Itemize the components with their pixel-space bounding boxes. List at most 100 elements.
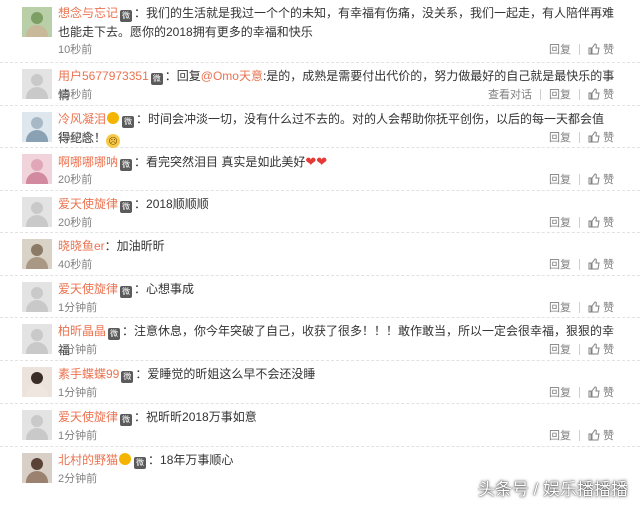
username[interactable]: 北村的野猫 (58, 453, 118, 467)
username[interactable]: 素手蝶蝶99 (58, 367, 119, 381)
comment-time: 2分钟前 (58, 473, 98, 485)
vip-badge-icon: 微 (120, 286, 133, 298)
comment-text: ：加油昕昕 (104, 239, 165, 253)
comment-item: 冷风凝泪 微：时间会冲淡一切，没有什么过不去的。对的人会帮助你抚平创伤，以后的每一… (0, 106, 640, 148)
avatar[interactable] (22, 7, 52, 37)
avatar[interactable] (22, 112, 52, 142)
comment-text: ：时间会冲淡一切，没有什么过不去的。对的人会帮助你抚平创伤，以后的每一天都会值得… (58, 112, 605, 145)
comment-time: 40秒前 (58, 259, 93, 271)
thumb-up-icon (588, 216, 600, 228)
username[interactable]: 柏昕晶晶 (58, 324, 106, 338)
username[interactable]: 爱天使旋律 (58, 197, 118, 211)
comment-text: ：我们的生活就是我过一个个的未知，有幸福有伤痛，没关系，我们一起走，有人陪伴再难… (58, 6, 615, 39)
comment-list: 想念与忘记微：我们的生活就是我过一个个的未知，有幸福有伤痛，没关系，我们一起走，… (0, 0, 640, 492)
comment-actions: 回复 赞 (549, 256, 614, 272)
avatar[interactable] (22, 197, 52, 227)
thumb-up-icon (588, 386, 600, 398)
reply-button[interactable]: 回复 (549, 214, 571, 230)
thumb-up-icon (588, 131, 600, 143)
sad-face-emoji-icon: ☹ (106, 134, 121, 148)
like-button[interactable]: 赞 (588, 86, 614, 102)
like-button[interactable]: 赞 (588, 41, 614, 57)
comment-time: 10秒前 (58, 132, 93, 144)
reply-button[interactable]: 回复 (549, 341, 571, 357)
vip-badge-icon: 微 (120, 201, 133, 213)
comment-text: ：2018顺顺顺 (134, 197, 209, 211)
reply-button[interactable]: 回复 (549, 256, 571, 272)
comment-actions: 回复 赞 (549, 384, 614, 400)
like-button[interactable]: 赞 (588, 129, 614, 145)
comment-actions: 回复 赞 (549, 171, 614, 187)
comment-actions: 查看对话 回复 赞 (488, 86, 614, 102)
reply-button[interactable]: 回复 (549, 86, 571, 102)
thumb-up-icon (588, 429, 600, 441)
watermark: 头条号 / 娱乐播播播 (477, 480, 628, 499)
reply-button[interactable]: 回复 (549, 171, 571, 187)
username[interactable]: 想念与忘记 (58, 6, 118, 20)
comment-actions: 回复 赞 (549, 129, 614, 145)
vip-badge-icon: 微 (120, 414, 133, 426)
avatar[interactable] (22, 282, 52, 312)
comment-actions: 回复 赞 (549, 427, 614, 443)
username[interactable]: 爱天使旋律 (58, 282, 118, 296)
comment-actions: 回复 赞 (549, 214, 614, 230)
comment-time: 1分钟前 (58, 302, 98, 314)
crown-icon (107, 112, 120, 124)
comment-item: 素手蝶蝶99 微：爱睡觉的昕姐这么早不会还没睡 1分钟前 回复 赞 (0, 361, 640, 404)
reply-button[interactable]: 回复 (549, 41, 571, 57)
comment-item: 爱天使旋律微：心想事成 1分钟前 回复 赞 (0, 276, 640, 318)
thumb-up-icon (588, 301, 600, 313)
avatar[interactable] (22, 453, 52, 483)
vip-badge-icon: 微 (120, 10, 133, 22)
avatar[interactable] (22, 154, 52, 184)
comment-item: 爱天使旋律微：祝昕昕2018万事如意 1分钟前 回复 赞 (0, 404, 640, 447)
vip-badge-icon: 微 (134, 457, 147, 469)
avatar[interactable] (22, 324, 52, 354)
vip-badge-icon: 微 (120, 159, 133, 171)
comment-text: ：爱睡觉的昕姐这么早不会还没睡 (135, 367, 316, 381)
username[interactable]: 晓晓鱼er (58, 239, 105, 253)
thumb-up-icon (588, 88, 600, 100)
heart-emoji-icon: ❤❤ (305, 154, 328, 169)
view-thread-button[interactable]: 查看对话 (488, 86, 532, 102)
username[interactable]: 啊哪哪哪呐 (58, 155, 118, 169)
username[interactable]: 爱天使旋律 (58, 410, 118, 424)
reply-button[interactable]: 回复 (549, 384, 571, 400)
like-button[interactable]: 赞 (588, 341, 614, 357)
like-button[interactable]: 赞 (588, 214, 614, 230)
comment-time: 10秒前 (58, 44, 93, 56)
vip-badge-icon: 微 (122, 116, 135, 128)
reply-button[interactable]: 回复 (549, 427, 571, 443)
like-button[interactable]: 赞 (588, 384, 614, 400)
vip-badge-icon: 微 (108, 328, 121, 340)
like-button[interactable]: 赞 (588, 256, 614, 272)
comment-item: 爱天使旋律微：2018顺顺顺 20秒前 回复 赞 (0, 191, 640, 233)
comment-time: 10秒前 (58, 89, 93, 101)
comment-text: ：18年万事顺心 (148, 453, 234, 467)
comment-actions: 回复 赞 (549, 341, 614, 357)
username[interactable]: 冷风凝泪 (58, 112, 106, 126)
comment-item: 啊哪哪哪呐微：看完突然泪目 真实是如此美好❤❤ 20秒前 回复 赞 (0, 148, 640, 191)
thumb-up-icon (588, 173, 600, 185)
reply-button[interactable]: 回复 (549, 299, 571, 315)
comment-item: 用户5677973351 微：回复@Omo天意:是的，成熟是需要付出代价的，努力做… (0, 63, 640, 106)
comment-time: 1分钟前 (58, 344, 98, 356)
mention-link[interactable]: @Omo天意 (201, 69, 263, 83)
like-button[interactable]: 赞 (588, 427, 614, 443)
comment-time: 20秒前 (58, 174, 93, 186)
avatar[interactable] (22, 367, 52, 397)
avatar[interactable] (22, 410, 52, 440)
username[interactable]: 用户5677973351 (58, 69, 149, 83)
thumb-up-icon (588, 43, 600, 55)
comment-actions: 回复 赞 (549, 299, 614, 315)
thumb-up-icon (588, 343, 600, 355)
avatar[interactable] (22, 69, 52, 99)
like-button[interactable]: 赞 (588, 171, 614, 187)
comment-time: 1分钟前 (58, 430, 98, 442)
vip-badge-icon: 微 (121, 371, 134, 383)
avatar[interactable] (22, 239, 52, 269)
comment-text: ：祝昕昕2018万事如意 (134, 410, 257, 424)
comment-actions: 回复 赞 (549, 41, 614, 57)
like-button[interactable]: 赞 (588, 299, 614, 315)
reply-button[interactable]: 回复 (549, 129, 571, 145)
